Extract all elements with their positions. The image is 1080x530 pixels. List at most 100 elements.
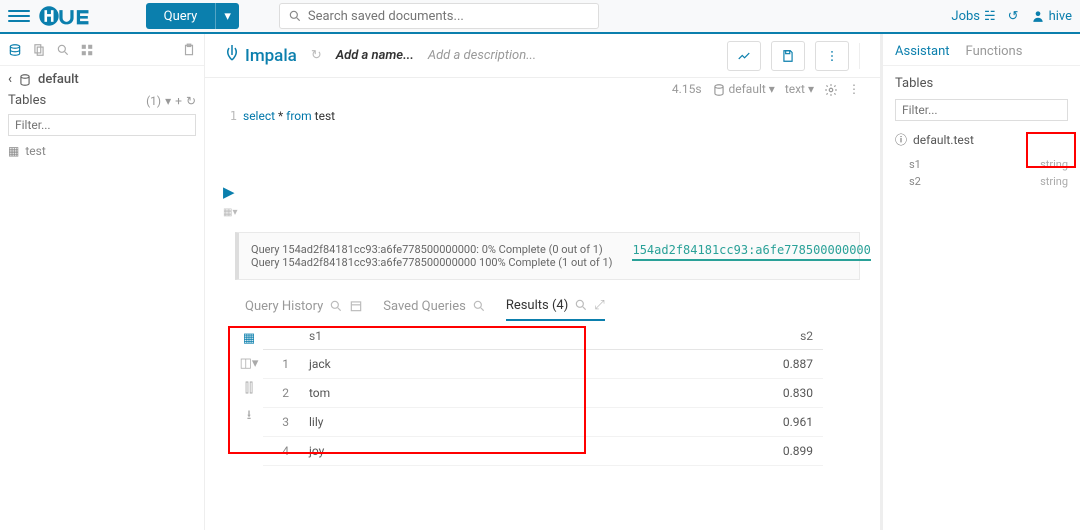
column-row[interactable]: s1string	[905, 156, 1072, 173]
row-index: 1	[263, 349, 299, 378]
sql-editor[interactable]: 1 select * from test	[205, 103, 880, 183]
log-line-1: Query 154ad2f84181cc93:a6fe778500000000:…	[251, 243, 603, 256]
breadcrumb-db-label: default	[38, 72, 79, 87]
query-time: 4.15s	[672, 82, 702, 96]
cell-s2: 0.887	[537, 349, 823, 378]
run-button[interactable]: ▶	[223, 183, 235, 201]
row-index: 3	[263, 407, 299, 436]
sql-code[interactable]: select * from test	[243, 109, 335, 183]
right-filter-input[interactable]	[895, 99, 1068, 121]
table-item-test[interactable]: ▦ test	[0, 142, 204, 160]
cell-s1: jack	[299, 349, 537, 378]
assistant-table-label: default.test	[913, 133, 974, 147]
history-icon[interactable]: ↺	[1008, 9, 1019, 24]
tab-functions[interactable]: Functions	[966, 44, 1023, 59]
user-label: hive	[1049, 9, 1072, 24]
more-meta-icon[interactable]: ⋮	[848, 82, 860, 96]
search-left-icon[interactable]	[56, 42, 70, 57]
docs-icon[interactable]	[32, 42, 46, 57]
search-icon[interactable]	[329, 299, 343, 314]
search-icon[interactable]	[472, 299, 486, 314]
user-menu[interactable]: hive	[1031, 9, 1072, 24]
query-button[interactable]: Query ▾	[146, 3, 239, 29]
col-name: s2	[909, 175, 921, 188]
cell-s2: 0.961	[537, 407, 823, 436]
col-header-s2[interactable]: s2	[537, 323, 823, 350]
search-icon[interactable]	[574, 298, 588, 313]
cell-s2: 0.830	[537, 378, 823, 407]
tables-label: Tables	[8, 93, 46, 108]
add-desc-input[interactable]: Add a description...	[428, 48, 536, 63]
search-box[interactable]	[279, 3, 599, 29]
db-small-icon	[18, 72, 32, 87]
row-index: 4	[263, 436, 299, 465]
table-row[interactable]: 1jack0.887	[263, 349, 823, 378]
right-tables-label: Tables	[883, 66, 1080, 95]
tab-saved-queries[interactable]: Saved Queries	[383, 299, 486, 320]
query-dropdown-icon[interactable]: ▾	[215, 3, 239, 29]
jobs-icon: ☵	[984, 9, 996, 24]
chart-toggle-button[interactable]	[727, 41, 761, 71]
refresh-tables-icon[interactable]: ↻	[186, 94, 196, 108]
table-row[interactable]: 3lily0.961	[263, 407, 823, 436]
columns-icon[interactable]: ⫿⫿	[245, 381, 253, 396]
line-gutter: 1	[213, 109, 243, 183]
db-meta-icon	[712, 82, 729, 96]
paste-icon[interactable]	[182, 42, 196, 57]
refresh-editor-icon[interactable]: ↻	[311, 48, 322, 63]
query-button-label: Query	[146, 9, 216, 24]
add-icon[interactable]: +	[175, 94, 182, 108]
table-row[interactable]: 2tom0.830	[263, 378, 823, 407]
search-input[interactable]	[308, 9, 590, 24]
cell-s1: joy	[299, 436, 537, 465]
query-log: Query 154ad2f84181cc93:a6fe778500000000:…	[235, 232, 860, 280]
col-type: string	[1040, 175, 1068, 188]
tab-query-history[interactable]: Query History	[245, 299, 363, 320]
more-button[interactable]	[815, 41, 849, 71]
table-row[interactable]: 4joy0.899	[263, 436, 823, 465]
col-name: s1	[909, 158, 921, 171]
info-icon: ⓘ	[895, 131, 907, 148]
format-selector[interactable]: text	[785, 82, 805, 96]
chevron-down-icon[interactable]: ▾	[769, 82, 775, 96]
hue-logo[interactable]	[38, 5, 116, 27]
table-icon: ▦	[8, 144, 19, 158]
assistant-table[interactable]: ⓘ default.test	[895, 131, 1068, 148]
apps-icon[interactable]	[80, 42, 94, 57]
gear-icon[interactable]	[824, 82, 838, 97]
query-id-link[interactable]: 154ad2f84181cc93:a6fe778500000000	[632, 243, 870, 261]
impala-icon	[225, 44, 239, 67]
filter-icon[interactable]: ▾	[165, 94, 171, 108]
col-header-s1[interactable]: s1	[299, 323, 537, 350]
tab-assistant[interactable]: Assistant	[895, 44, 950, 59]
download-icon[interactable]: ⭳	[247, 406, 252, 428]
engine-label[interactable]: Impala	[225, 44, 297, 67]
expand-icon[interactable]: ⤢	[594, 298, 604, 313]
row-index: 2	[263, 378, 299, 407]
search-icon	[288, 9, 302, 24]
chevron-left-icon: ‹	[8, 72, 12, 87]
tab-results[interactable]: Results (4) ⤢	[506, 298, 605, 321]
hamburger-icon[interactable]	[8, 5, 30, 27]
cell-s1: lily	[299, 407, 537, 436]
row-header	[263, 323, 299, 350]
db-icon[interactable]	[8, 42, 22, 57]
db-selector[interactable]: default	[729, 82, 766, 96]
results-table: s1 s2 1jack0.8872tom0.8303lily0.9614joy0…	[263, 323, 823, 466]
jobs-link[interactable]: Jobs ☵	[951, 9, 995, 24]
chevron-down-icon[interactable]: ▾	[808, 82, 814, 96]
calendar-icon[interactable]	[349, 299, 363, 314]
left-filter-input[interactable]	[8, 114, 196, 136]
tables-count: (1)	[146, 94, 161, 108]
cell-s1: tom	[299, 378, 537, 407]
cell-s2: 0.899	[537, 436, 823, 465]
add-name-input[interactable]: Add a name...	[336, 48, 414, 63]
save-button[interactable]	[771, 41, 805, 71]
jobs-label: Jobs	[951, 9, 980, 24]
user-icon	[1031, 9, 1045, 24]
breadcrumb[interactable]: ‹ default	[0, 66, 204, 93]
grid-icon[interactable]: ▦▾	[223, 207, 237, 218]
column-row[interactable]: s2 string	[905, 173, 1072, 190]
grid-view-icon[interactable]: ▦	[243, 331, 255, 346]
chart-view-icon[interactable]: ◫▾	[240, 356, 259, 371]
